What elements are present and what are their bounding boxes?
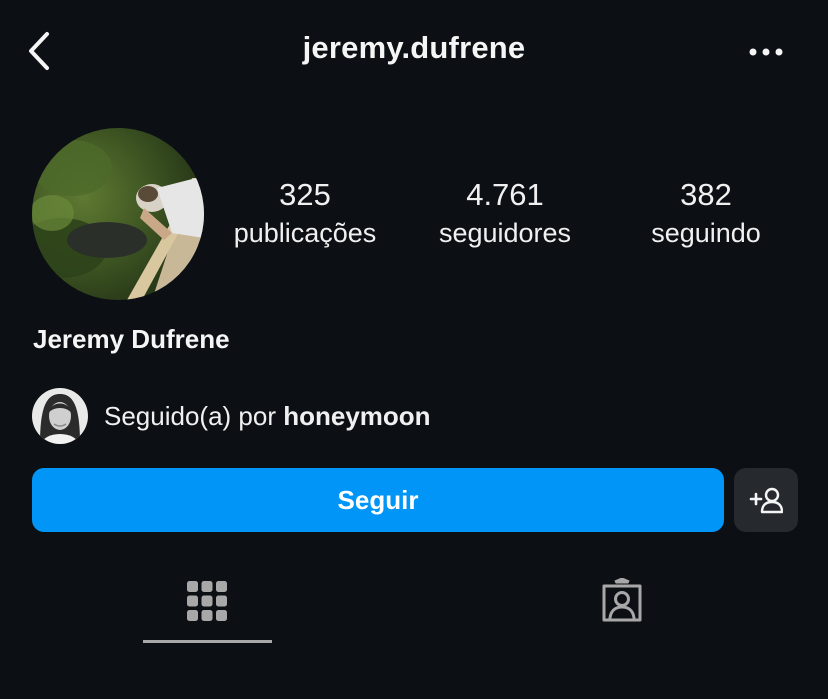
follower-avatar bbox=[32, 388, 88, 444]
profile-photo bbox=[32, 128, 204, 300]
followed-by-user: honeymoon bbox=[283, 400, 431, 431]
stat-posts-label: publicações bbox=[233, 218, 377, 248]
display-name: Jeremy Dufrene bbox=[33, 324, 230, 354]
followed-by-prefix: Seguido(a) por bbox=[104, 400, 276, 431]
stat-followers-label: seguidores bbox=[438, 218, 572, 248]
tab-tagged[interactable] bbox=[558, 556, 686, 646]
stat-posts[interactable]: 325 publicações bbox=[210, 176, 400, 252]
more-options-button[interactable] bbox=[740, 32, 792, 72]
back-button[interactable] bbox=[18, 26, 62, 76]
follow-button[interactable]: Seguir bbox=[32, 468, 724, 532]
stat-following-value: 382 bbox=[680, 177, 732, 212]
stat-following[interactable]: 382 seguindo bbox=[611, 176, 801, 252]
profile-avatar[interactable] bbox=[32, 128, 204, 300]
add-person-icon bbox=[749, 487, 783, 514]
stat-followers-value: 4.761 bbox=[466, 177, 544, 212]
followed-by-row[interactable]: Seguido(a) por honeymoon bbox=[32, 387, 431, 445]
followed-by-text: Seguido(a) por honeymoon bbox=[104, 401, 431, 432]
chevron-left-icon bbox=[29, 32, 49, 70]
stat-posts-value: 325 bbox=[279, 177, 331, 212]
stat-following-label: seguindo bbox=[651, 218, 761, 248]
grid-icon bbox=[187, 581, 227, 621]
tab-posts-grid[interactable] bbox=[143, 556, 271, 646]
active-tab-indicator bbox=[143, 640, 272, 643]
more-horizontal-icon bbox=[749, 48, 783, 56]
suggested-users-button[interactable] bbox=[734, 468, 798, 532]
profile-username: jeremy.dufrene bbox=[302, 30, 526, 65]
stat-followers[interactable]: 4.761 seguidores bbox=[410, 176, 600, 252]
tagged-user-icon bbox=[602, 578, 642, 622]
